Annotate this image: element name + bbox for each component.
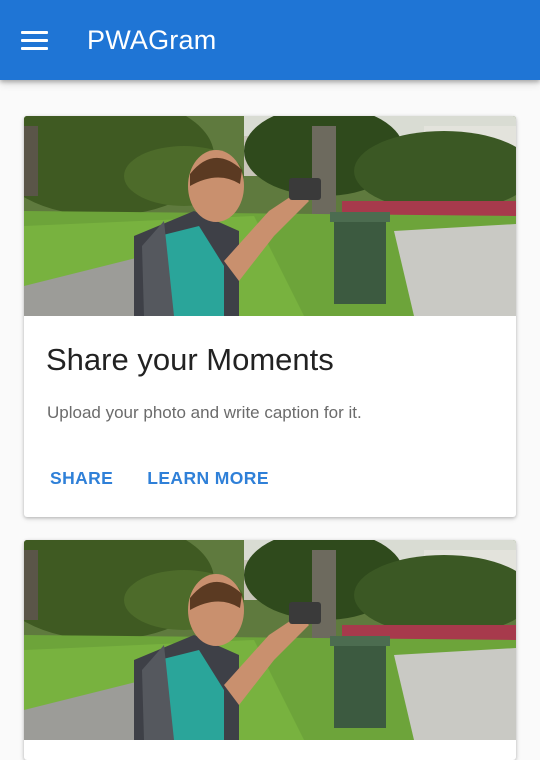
feed: Share your Moments Upload your photo and… xyxy=(0,80,540,760)
card-actions: SHARE LEARN MORE xyxy=(40,462,293,494)
app-bar: PWAGram xyxy=(0,0,540,80)
menu-icon-line xyxy=(21,39,48,42)
card-supporting-text: Upload your photo and write caption for … xyxy=(47,403,362,422)
card-image xyxy=(24,540,516,740)
card-title: Share your Moments xyxy=(46,342,334,377)
feed-card-2 xyxy=(24,540,516,760)
menu-icon-line xyxy=(21,31,48,34)
menu-icon[interactable] xyxy=(21,30,48,50)
learn-more-button[interactable]: LEARN MORE xyxy=(137,462,279,494)
share-moments-card: Share your Moments Upload your photo and… xyxy=(24,116,516,517)
menu-icon-line xyxy=(21,47,48,50)
app-title: PWAGram xyxy=(87,25,217,55)
share-button[interactable]: SHARE xyxy=(40,462,123,494)
card-image xyxy=(24,116,516,316)
